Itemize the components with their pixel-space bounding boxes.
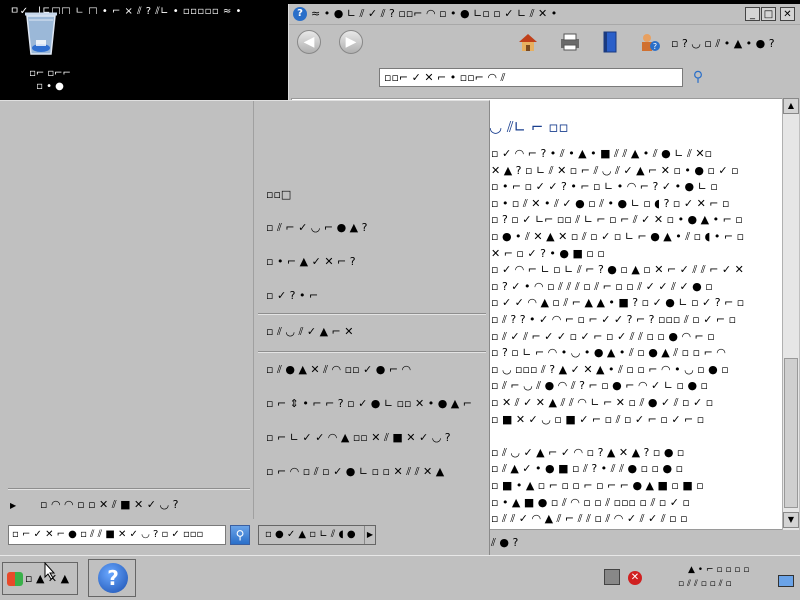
start-item-help-support[interactable]: ▫ ⌐ ∟ ✓ ✓ ◠ ▲ ▫▫ ✕ ⫽ ■ ✕ ✓ ◡ ? xyxy=(266,429,476,447)
browse-help-button[interactable] xyxy=(597,30,623,56)
shutdown-button[interactable]: ▫ ● ✓ ▲ ▫ ∟ ⫽ ◖ ● ▶ xyxy=(258,525,376,545)
help-text-line: ▫ ⫽ ? ? • ✓ ◠ ⌐ ▫ ⌐ ✓ ✓ ? ⌐ ? ▫▫▫ ⫽ ▫ ✓ … xyxy=(491,313,737,326)
house-icon xyxy=(519,34,537,51)
start-item-pictures[interactable]: ▫ • ⌐ ▲ ✓ ✕ ⌐ ? xyxy=(266,253,476,271)
help-text-line: ▫ ✕ ⫽ ✓ ✕ ▲ ⫽ ⫽ ◠ ∟ ⌐ ✕ ▫ ⫽ ● ✓ ⫽ ▫ ✓ ▫ xyxy=(491,396,714,409)
help-text-line: ▫ ? ▫ ∟ ⌐ ◠ • ◡ • ● ▲ • ⫽ ▫ ● ▲ ⫽ ▫ ▫ ⌐ … xyxy=(491,346,726,360)
maximize-button[interactable]: □ xyxy=(761,7,776,21)
all-programs-item[interactable]: ▶ ▫ ◠ ◠ ▫ ▫ ✕ ⫽ ■ ✕ ✓ ◡ ? xyxy=(10,496,250,514)
start-button[interactable]: ▫ ▲ ✕ ▲ xyxy=(2,562,78,595)
help-text-line: ✕ ⌐ ▫ ✓ ? • ● ■ ▫ ▫ xyxy=(491,246,605,260)
clock-date[interactable]: ▫ ⫽ ⫽ ▫ ▫ ⫽ ▫ xyxy=(678,579,768,589)
start-item-user-folder[interactable]: ▫▫□ xyxy=(266,186,476,204)
help-text-line: ▫ ? ✓ • ◠ ▫ ⫽ ⫽ ⫽ ▫ ⫽ ⌐ ▫ ▫ ⫽ ✓ ✓ ⫽ ✓ ● … xyxy=(491,279,713,293)
minimize-button[interactable]: _ xyxy=(745,7,760,21)
help-window-title: ≈ • ● ∟ ⫽ ✓ ⫽ ? ▫▫⌐ ◠ ▫ • ● ∟▫ ▫ ✓ ∟ ⫽ ✕… xyxy=(311,7,558,20)
back-arrow-icon: ◀ xyxy=(303,34,315,50)
status-text: ⫽ ● ? xyxy=(491,536,519,549)
search-icon[interactable]: ⚲ xyxy=(230,525,250,545)
help-icon: ? xyxy=(293,7,307,21)
help-search-input[interactable]: ▫▫⌐ ✓ ✕ ⌐ • ▫▫⌐ ◠ ⫽ xyxy=(379,68,683,87)
help-text-line: ▫ ⫽ ⌐ ◡ ⫽ ● ◠ ⫽ ? ⌐ ▫ ● ⌐ ◠ ✓ ∟ ▫ ● ▫ xyxy=(491,379,708,393)
help-text-line: ▫ ■ ✕ ✓ ◡ ▫ ■ ✓ ⌐ ▫ ⫽ ▫ ✓ ⌐ ▫ ✓ ⌐ ▫ xyxy=(491,412,705,426)
windows-logo-icon xyxy=(7,572,23,586)
ask-button[interactable]: ? xyxy=(637,30,663,56)
start-item-documents[interactable]: ▫ ⫽ ⌐ ✓ ◡ ⌐ ● ▲ ? xyxy=(266,219,476,237)
scroll-down-icon[interactable]: ▼ xyxy=(783,512,799,528)
start-item-computer[interactable]: ▫ ⫽ ◡ ⫽ ✓ ▲ ⌐ ✕ xyxy=(266,323,476,341)
recycle-bin-icon xyxy=(25,12,57,55)
separator xyxy=(258,313,486,315)
help-text-line: ▫ • ▲ ■ ● ▫ ⫽ ◠ ▫ ▫ ⫽ ▫▫▫ ▫ ⫽ ▫ ✓ ▫ xyxy=(491,495,690,509)
network-icon[interactable] xyxy=(604,569,620,585)
help-text-line: ▫ ● • ⫽ ✕ ▲ ✕ ▫ ⫽ ▫ ✓ ▫ ∟ ⌐ ● ▲ • ⫽ ▫ ◖ … xyxy=(491,230,745,243)
help-text-line: ▫ ? ▫ ✓ ∟⌐ ▫▫ ⫽ ∟ ⌐ ▫ ⌐ ⫽ ✓ ✕ ▫ • ● ▲ • … xyxy=(491,213,743,227)
taskbar: ▫ ▲ ✕ ▲ ? ✕ ▲ • ⌐ ▫ ▫ ▫ ▫ ▫ ⫽ ⫽ ▫ ▫ ⫽ ▫ xyxy=(0,555,800,600)
shutdown-label: ▫ ● ✓ ▲ ▫ ∟ ⫽ ◖ ● xyxy=(265,529,356,540)
system-tray: ✕ ▲ • ⌐ ▫ ▫ ▫ ▫ ▫ ⫽ ⫽ ▫ ▫ ⫽ ▫ xyxy=(598,561,798,595)
start-item-control-panel[interactable]: ▫ ⫽ ● ▲ ✕ ⫽ ◠ ▫▫ ✓ ● ⌐ ◠ xyxy=(266,361,476,379)
help-text-line: ▫ ■ • ▲ ▫ ⌐ ▫ ▫ ⌐ ▫ ⌐ ⌐ ● ▲ ■ ▫ ■ ▫ xyxy=(491,479,704,492)
scroll-thumb[interactable] xyxy=(784,358,798,508)
all-programs-label: ▫ ◠ ◠ ▫ ▫ ✕ ⫽ ■ ✕ ✓ ◡ ? xyxy=(40,498,179,511)
help-text-line: ▫ ⫽ ▲ ✓ • ● ■ ▫ ⫽ ? • ⫽ ⫽ ● ▫ ▫ ● ▫ xyxy=(491,462,684,476)
help-window-titlebar[interactable]: ? ≈ • ● ∟ ⫽ ✓ ⫽ ? ▫▫⌐ ◠ ▫ • ● ∟▫ ▫ ✓ ∟ ⫽… xyxy=(289,4,800,25)
help-text-line: ▫ • ⌐ ▫ ✓ ✓ ? • ⌐ ▫ ∟ • ◠ ⌐ ? ✓ • ● ∟ ▫ xyxy=(491,180,718,194)
close-button[interactable]: ✕ xyxy=(780,7,795,21)
recycle-bin-label-line2: ▫ • ● xyxy=(36,81,64,92)
ask-icon: ? xyxy=(642,34,660,51)
svg-text:?: ? xyxy=(653,42,657,51)
scroll-up-icon[interactable]: ▲ xyxy=(783,98,799,114)
printer-icon xyxy=(561,33,579,51)
forward-arrow-icon: ▶ xyxy=(345,34,357,50)
recycle-bin-label: ▫⌐ ▫⌐⌐ ▫ • ● xyxy=(10,67,90,93)
help-text-line: ▫ ◡ ▫▫▫ ⫽ ? ▲ ✓ ✕ ▲ • ⫽ ▫ ▫ ⌐ ◠ • ◡ ▫ ● … xyxy=(491,362,729,376)
help-text-line: ▫ • ▫ ⫽ ✕ • ⫽ ✓ ● ▫ ⫽ • ● ∟ ▫ ◖ ? ▫ ✓ ✕ … xyxy=(491,196,730,210)
help-text-line: ▫ ✓ ◠ ⌐ ? • ⫽ • ▲ • ■ ⫽ ⫽ ▲ • ⫽ ● ∟ ⫽ ✕▫ xyxy=(491,147,713,160)
options-menu[interactable]: ▫ ? ◡ ▫ ⫽ • ▲ • ● ? xyxy=(671,37,791,51)
help-text-line: ▫ ⫽ ⫽ ✓ ◠ ▲ ⫽ ⌐ ⫽ ⫽ ▫ ⫽ ◠ ✓ ⫽ ✓ ⫽ ▫ ▫ xyxy=(491,512,688,526)
help-text-line: ▫ ✓ ◠ ⌐ ∟ ▫ ∟ ⫽ ⌐ ? ● ▫ ▲ ▫ ✕ ⌐ ✓ ⫽ ⫽ ⌐ … xyxy=(491,263,744,277)
recycle-bin-label-line1: ▫⌐ ▫⌐⌐ xyxy=(29,68,71,79)
search-icon[interactable]: ⚲ xyxy=(689,68,707,86)
clock-time[interactable]: ▲ • ⌐ ▫ ▫ ▫ ▫ xyxy=(688,565,749,575)
start-item-music[interactable]: ▫ ✓ ? • ⌐ xyxy=(266,287,476,305)
start-menu: ▶ ▫ ◠ ◠ ▫ ▫ ✕ ⫽ ■ ✕ ✓ ◡ ? ▫ ⌐ ✓ ✕ ⌐ ● ▫ ⫽… xyxy=(0,100,490,555)
mouse-cursor-icon xyxy=(44,561,56,580)
start-menu-places-pane: ▫▫□ ▫ ⫽ ⌐ ✓ ◡ ⌐ ● ▲ ? ▫ • ⌐ ▲ ✓ ✕ ⌐ ? ▫ … xyxy=(256,101,488,519)
recycle-bin-shortcut[interactable]: ▫⌐ ▫⌐⌐ ▫ • ● xyxy=(10,10,80,92)
vertical-scrollbar[interactable]: ▲ ▼ xyxy=(782,98,799,530)
help-icon: ? xyxy=(98,563,128,593)
help-text-line: ▫ ⫽ ◡ ✓ ▲ ⌐ ✓ ◠ ▫ ? ▲ ✕ ▲ ? ▫ ● ▫ xyxy=(491,445,685,459)
start-menu-programs-pane: ▶ ▫ ◠ ◠ ▫ ▫ ✕ ⫽ ■ ✕ ✓ ◡ ? ▫ ⌐ ✓ ✕ ⌐ ● ▫ ⫽… xyxy=(2,101,254,545)
help-text-line: ✕ ▲ ? ▫ ∟ ⫽ ✕ ▫ ⌐ ⫽ ◡ ⫽ ✓ ▲ ⌐ ✕ ▫ • ● ▫ … xyxy=(491,163,739,177)
forward-button[interactable]: ▶ xyxy=(339,30,363,54)
help-topic-heading: ◡ ⫽∟ ⌐ ▫▫ xyxy=(489,118,569,136)
back-button[interactable]: ◀ xyxy=(297,30,321,54)
print-button[interactable] xyxy=(557,30,583,56)
arrow-right-icon: ▶ xyxy=(10,501,17,510)
separator xyxy=(8,488,250,490)
help-text-line: ▫ ⫽ ✓ ⫽ ⌐ ✓ ✓ ▫ ✓ ⌐ ▫ ✓ ⫽ ⫽ ▫ ▫ ● ◠ ⌐ ▫ xyxy=(491,329,715,343)
home-button[interactable] xyxy=(515,30,541,56)
taskbar-help-window-button[interactable]: ? xyxy=(88,559,136,597)
shutdown-options-arrow-icon[interactable]: ▶ xyxy=(364,526,375,544)
start-search-input[interactable]: ▫ ⌐ ✓ ✕ ⌐ ● ▫ ⫽ ⫽ ■ ✕ ✓ ◡ ? ▫ ✓ ▫▫▫ xyxy=(8,525,226,545)
start-item-default-programs[interactable]: ▫ ⌐ ⇕ • ⌐ ⌐ ? ▫ ✓ ● ∟ ▫▫ ✕ • ● ▲ ⌐ ✕ ? xyxy=(266,395,476,413)
show-desktop-icon[interactable] xyxy=(778,575,794,587)
help-text-line: ▫ ✓ ✓ ◠ ▲ ▫ ⫽ ⌐ ▲ ▲ • ■ ? ▫ ✓ ● ∟ ▫ ✓ ? … xyxy=(491,296,745,310)
book-icon xyxy=(603,31,617,53)
security-alert-icon[interactable]: ✕ xyxy=(628,571,642,585)
start-item-run[interactable]: ▫ ⌐ ◠ ▫ ⫽ ▫ ✓ ● ∟ ▫ ▫ ✕ ⫽ ⫽ ✕ ▲ xyxy=(266,463,476,481)
separator xyxy=(258,351,486,353)
